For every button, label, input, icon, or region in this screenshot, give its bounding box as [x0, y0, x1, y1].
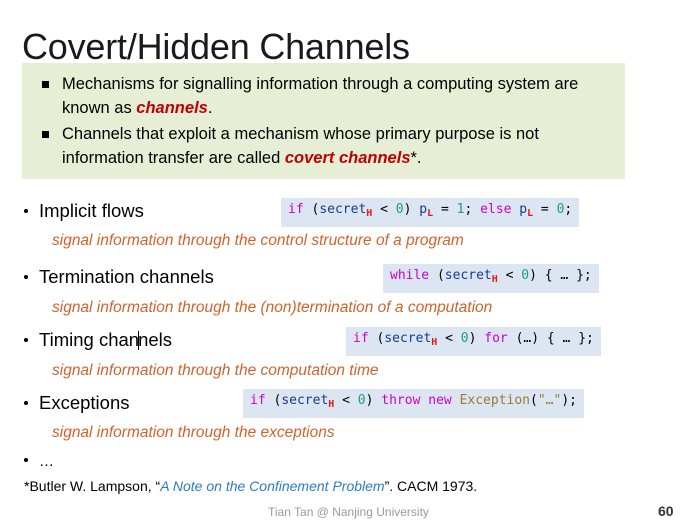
code-token: if: [250, 393, 266, 408]
bullet-subtitle: signal information through the exception…: [52, 424, 335, 441]
code-token: (: [265, 393, 282, 408]
code-token: throw: [381, 393, 421, 408]
square-bullet-icon: [42, 131, 49, 138]
code-token: ): [403, 202, 420, 217]
code-token: 0: [460, 331, 469, 346]
bullet-row-timing-channels: Timing channels: [24, 329, 172, 351]
code-token: ;: [464, 202, 481, 217]
bullet-label-part-a: Timing chan: [39, 329, 140, 350]
bullet-row-implicit-flows: Implicit flows: [24, 200, 144, 222]
bullet-label: Timing channels: [39, 329, 172, 351]
callout-text-after: *.: [410, 149, 422, 167]
code-token: else: [480, 202, 512, 217]
footnote-author: Butler W. Lampson,: [29, 478, 156, 494]
code-token: <: [437, 331, 461, 346]
bullet-row-exceptions: Exceptions: [24, 392, 130, 414]
code-token: ;: [564, 202, 573, 217]
footnote-paper-link[interactable]: A Note on the Confinement Problem: [160, 478, 384, 494]
bullet-subtitle: signal information through the control s…: [52, 232, 464, 249]
code-token: p: [519, 202, 528, 217]
bullet-row-termination-channels: Termination channels: [24, 266, 214, 288]
code-token: );: [561, 393, 577, 408]
bullet-label: …: [39, 453, 54, 470]
code-token: Exception: [459, 393, 531, 408]
code-token: if: [353, 331, 369, 346]
code-token: p: [419, 202, 428, 217]
footnote-venue: . CACM 1973.: [389, 478, 478, 494]
code-token: if: [288, 202, 304, 217]
bullet-label: Implicit flows: [39, 200, 144, 221]
code-token: ) { … };: [529, 268, 592, 283]
code-token: "…": [537, 393, 562, 408]
code-token: while: [390, 268, 430, 283]
code-token: ): [468, 331, 485, 346]
round-bullet-icon: [24, 275, 28, 279]
code-token: secret: [384, 331, 432, 346]
bullet-subtitle: signal information through the computati…: [52, 362, 379, 379]
code-token: (: [530, 393, 538, 408]
callout-emphasis: channels: [136, 99, 208, 117]
round-bullet-icon: [24, 401, 28, 405]
code-token: for: [484, 331, 508, 346]
bullet-label: Termination channels: [39, 266, 214, 287]
code-token: 0: [357, 393, 366, 408]
code-token: (: [368, 331, 385, 346]
callout-item-text: Channels that exploit a mechanism whose …: [62, 122, 611, 170]
code-token: 0: [521, 268, 530, 283]
round-bullet-icon: [24, 458, 28, 462]
code-token: secret: [319, 202, 367, 217]
code-token: (: [303, 202, 320, 217]
footer-page-number: 60: [658, 503, 674, 519]
code-token: secret: [444, 268, 492, 283]
callout-item: Channels that exploit a mechanism whose …: [36, 122, 611, 170]
round-bullet-icon: [24, 209, 28, 213]
callout-box: Mechanisms for signalling information th…: [22, 63, 625, 179]
callout-item-text: Mechanisms for signalling information th…: [62, 72, 611, 120]
round-bullet-icon: [24, 338, 28, 342]
code-token: =: [533, 202, 557, 217]
code-token: (…) { … };: [507, 331, 594, 346]
bullet-row-ellipsis: …: [24, 453, 54, 470]
callout-emphasis: covert channels: [284, 149, 411, 167]
bullet-label-part-b: nels: [138, 329, 173, 350]
code-token: ): [365, 393, 382, 408]
bullet-subtitle: signal information through the (non)term…: [52, 299, 493, 316]
callout-item: Mechanisms for signalling information th…: [36, 72, 611, 120]
bullet-label: Exceptions: [39, 392, 130, 413]
code-token: <: [497, 268, 522, 283]
code-snippet-implicit-flows: if (secretH < 0) pL = 1; else pL = 0;: [281, 198, 580, 227]
footer-credit: Tian Tan @ Nanjing University: [268, 505, 429, 519]
page-title: Covert/Hidden Channels: [22, 26, 410, 68]
code-token: (: [429, 268, 445, 283]
callout-text-after: .: [207, 99, 213, 117]
square-bullet-icon: [42, 81, 49, 88]
code-token: <: [334, 393, 358, 408]
footnote: *Butler W. Lampson, “A Note on the Confi…: [24, 478, 477, 494]
code-snippet-timing-channels: if (secretH < 0) for (…) { … };: [346, 327, 601, 356]
code-token: 0: [395, 202, 404, 217]
code-token: =: [433, 202, 457, 217]
code-token: secret: [281, 393, 329, 408]
code-token: new: [428, 393, 452, 408]
code-snippet-exceptions: if (secretH < 0) throw new Exception("…"…: [243, 389, 584, 418]
code-token: <: [372, 202, 396, 217]
code-snippet-termination-channels: while (secretH < 0) { … };: [383, 264, 599, 293]
